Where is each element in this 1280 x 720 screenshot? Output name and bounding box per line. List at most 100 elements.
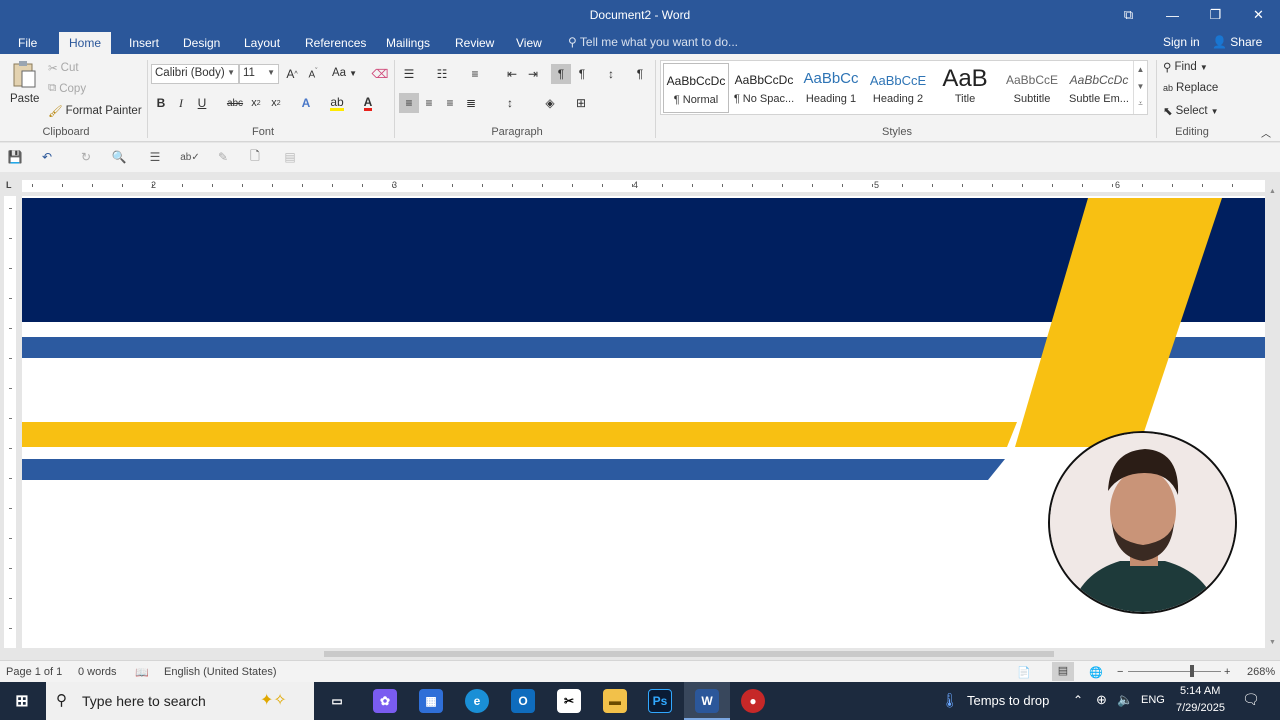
subscript-icon[interactable]: x2: [246, 93, 266, 113]
increase-indent-icon[interactable]: ⇥: [523, 64, 543, 84]
tell-me-search[interactable]: ⚲ Tell me what you want to do...: [568, 35, 738, 49]
recorder-icon[interactable]: ●: [741, 689, 765, 713]
chevron-up-icon[interactable]: ⌃: [1073, 693, 1083, 707]
replace-button[interactable]: ab Replace: [1163, 82, 1218, 94]
sign-in-link[interactable]: Sign in: [1163, 35, 1200, 49]
task-view-icon[interactable]: ▭: [325, 689, 349, 713]
new-document-icon[interactable]: 🗋: [245, 147, 265, 167]
italic-icon[interactable]: I: [171, 93, 191, 113]
copilot-icon[interactable]: ✿: [373, 689, 397, 713]
save-icon[interactable]: 💾: [5, 147, 25, 167]
collapse-ribbon-icon[interactable]: ︿: [1256, 122, 1276, 142]
ltr-direction-icon[interactable]: ¶: [551, 64, 571, 84]
redo-icon[interactable]: ↻: [76, 147, 96, 167]
strikethrough-icon[interactable]: abc: [225, 93, 245, 113]
tab-review[interactable]: Review: [445, 34, 504, 54]
clear-formatting-icon[interactable]: ⌫: [370, 64, 390, 84]
capcut-icon[interactable]: ✂: [557, 689, 581, 713]
paste-button[interactable]: [10, 60, 38, 90]
style-normal[interactable]: AaBbCcDc ¶ Normal: [663, 63, 729, 113]
network-icon[interactable]: ⊕: [1096, 692, 1107, 708]
style-subtle-emphasis[interactable]: AaBbCcDc Subtle Em...: [1066, 63, 1132, 113]
zoom-in-icon[interactable]: +: [1224, 666, 1230, 678]
font-size-combo[interactable]: 11 ▼: [239, 64, 279, 84]
numbering-icon[interactable]: ☷: [432, 64, 452, 84]
style-no-spacing[interactable]: AaBbCcDc ¶ No Spac...: [731, 63, 797, 113]
minimize-button[interactable]: —: [1151, 0, 1194, 30]
clock-time[interactable]: 5:14 AM: [1180, 685, 1220, 697]
highlight-color-icon[interactable]: ab: [327, 93, 347, 113]
notification-icon[interactable]: 🗨: [1242, 691, 1260, 708]
shrink-font-icon[interactable]: Aˇ: [303, 64, 323, 84]
bold-icon[interactable]: B: [151, 93, 171, 113]
photoshop-icon[interactable]: Ps: [648, 689, 672, 713]
bullets-icon[interactable]: ☰: [399, 64, 419, 84]
change-case-button[interactable]: Aa ▼: [332, 67, 357, 79]
read-mode-icon[interactable]: 📄: [1017, 666, 1031, 679]
styles-scroll[interactable]: ▲ ▼ ⩡: [1133, 61, 1147, 114]
align-left-icon[interactable]: ≡: [399, 93, 419, 113]
copy-button[interactable]: ⧉ Copy: [48, 82, 86, 95]
restore-button[interactable]: ❐: [1194, 0, 1237, 30]
customize-qat-icon[interactable]: ▤: [280, 147, 300, 167]
horizontal-scrollbar[interactable]: [0, 648, 1280, 660]
numbering-icon[interactable]: ☰: [145, 147, 165, 167]
close-button[interactable]: ✕: [1237, 0, 1280, 30]
zoom-slider-thumb[interactable]: [1190, 665, 1194, 677]
taskbar-search[interactable]: ⚲ Type here to search ✦✧: [46, 682, 314, 720]
language-indicator[interactable]: English (United States): [164, 666, 277, 678]
tab-view[interactable]: View: [506, 34, 552, 54]
zoom-level[interactable]: 268%: [1247, 666, 1275, 678]
grow-font-icon[interactable]: A ^: [282, 64, 302, 84]
zoom-slider[interactable]: [1128, 671, 1221, 672]
proofing-icon[interactable]: 📖: [135, 666, 149, 679]
decrease-indent-icon[interactable]: ⇤: [502, 64, 522, 84]
cut-button[interactable]: ✂ Cut: [48, 61, 79, 75]
style-subtitle[interactable]: AaBbCcE Subtitle: [999, 63, 1065, 113]
spelling-icon[interactable]: ab✓: [180, 147, 200, 167]
word-icon[interactable]: W: [695, 689, 719, 713]
borders-icon[interactable]: ⊞: [571, 93, 591, 113]
web-layout-icon[interactable]: 🌐: [1089, 666, 1103, 679]
font-color-icon[interactable]: A: [358, 93, 378, 113]
tab-insert[interactable]: Insert: [119, 34, 169, 54]
scroll-down-icon[interactable]: ▼: [1269, 639, 1276, 646]
windows-start-icon[interactable]: ⊞: [10, 689, 34, 713]
line-spacing-icon[interactable]: ↕: [500, 93, 520, 113]
tab-selector-icon[interactable]: L: [6, 180, 16, 190]
style-title[interactable]: AaB Title: [932, 63, 998, 113]
tab-layout[interactable]: Layout: [234, 34, 290, 54]
tab-mailings[interactable]: Mailings: [376, 34, 440, 54]
scroll-thumb[interactable]: [324, 651, 1054, 657]
store-icon[interactable]: ▦: [419, 689, 443, 713]
show-marks-icon[interactable]: ¶: [630, 64, 650, 84]
rtl-direction-icon[interactable]: ¶: [572, 64, 592, 84]
tab-references[interactable]: References: [295, 34, 376, 54]
format-painter-button[interactable]: 🖌 Format Painter: [48, 104, 142, 118]
superscript-icon[interactable]: x2: [266, 93, 286, 113]
text-effects-icon[interactable]: A: [296, 93, 316, 113]
outlook-icon[interactable]: O: [511, 689, 535, 713]
vertical-scrollbar[interactable]: ▲ ▼: [1266, 186, 1280, 648]
paste-label[interactable]: Paste: [10, 93, 39, 105]
clock-date[interactable]: 7/29/2025: [1176, 702, 1225, 714]
style-heading-1[interactable]: AaBbCc Heading 1: [798, 63, 864, 113]
align-right-icon[interactable]: ≡: [440, 93, 460, 113]
multilevel-list-icon[interactable]: ≡: [465, 64, 485, 84]
draw-table-icon[interactable]: ✎: [213, 147, 233, 167]
print-preview-icon[interactable]: 🔍: [109, 147, 129, 167]
share-button[interactable]: 👤 Share: [1212, 35, 1262, 49]
tab-home[interactable]: Home: [59, 32, 112, 54]
sort-icon[interactable]: ↕: [601, 64, 621, 84]
shading-icon[interactable]: ◈: [540, 93, 560, 113]
print-layout-icon[interactable]: ▤: [1052, 662, 1074, 681]
ribbon-display-options-button[interactable]: ⧉: [1107, 0, 1150, 30]
align-center-icon[interactable]: ≡: [419, 93, 439, 113]
select-button[interactable]: ⬉ Select ▼: [1163, 104, 1219, 118]
underline-icon[interactable]: U: [192, 93, 212, 113]
file-explorer-icon[interactable]: ▬: [603, 689, 627, 713]
justify-icon[interactable]: ≣: [461, 93, 481, 113]
edge-icon[interactable]: e: [465, 689, 489, 713]
scroll-up-icon[interactable]: ▲: [1269, 188, 1276, 195]
font-name-combo[interactable]: Calibri (Body) ▼: [151, 64, 239, 84]
